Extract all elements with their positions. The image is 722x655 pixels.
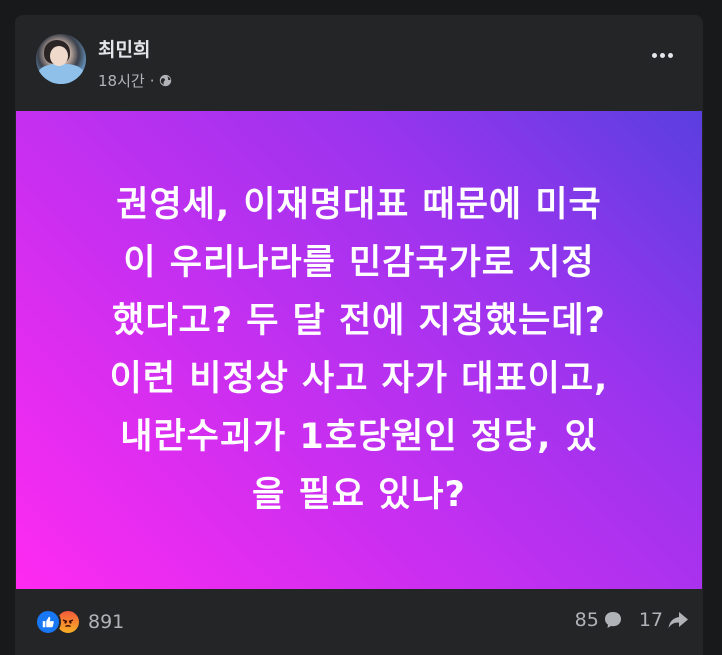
author-name[interactable]: 최민희 xyxy=(98,35,150,62)
post-text-line: 내란수괴가 1호당원인 정당, 있 xyxy=(120,417,598,457)
post-footer: 891 85 17 xyxy=(15,589,703,655)
comments-count-button[interactable]: 85 xyxy=(575,609,623,631)
comment-icon xyxy=(604,612,621,628)
like-icon xyxy=(35,609,61,635)
post-background[interactable]: 권영세, 이재명대표 때문에 미국 이 우리나라를 민감국가로 지정 했다고? … xyxy=(16,111,702,589)
comment-count: 85 xyxy=(574,609,599,631)
reaction-count: 891 xyxy=(88,611,125,633)
reactions-summary[interactable]: 891 xyxy=(35,609,124,635)
share-count: 17 xyxy=(638,609,663,631)
post-text: 권영세, 이재명대표 때문에 미국 이 우리나라를 민감국가로 지정 했다고? … xyxy=(59,176,659,524)
post-text-line: 이런 비정상 사고 자가 대표이고, xyxy=(109,359,609,399)
shares-count-button[interactable]: 17 xyxy=(639,609,689,631)
post-card: 최민희 18시간 · 권영세, 이재명대표 때문에 미국 이 우리나라를 민감국… xyxy=(15,15,703,655)
meta-separator: · xyxy=(149,71,155,90)
more-dot-icon xyxy=(651,52,657,58)
engagement-stats: 85 17 xyxy=(575,609,689,631)
globe-icon[interactable] xyxy=(159,74,172,87)
post-meta: 18시간 · xyxy=(98,70,172,91)
post-text-line: 권영세, 이재명대표 때문에 미국 xyxy=(116,185,602,225)
more-dot-icon xyxy=(659,52,665,58)
post-text-line: 했다고? 두 달 전에 지정했는데? xyxy=(112,301,606,341)
post-text-line: 을 필요 있나? xyxy=(252,475,466,515)
post-text-line: 이 우리나라를 민감국가로 지정 xyxy=(123,243,595,283)
share-icon xyxy=(668,612,688,628)
more-options-button[interactable] xyxy=(648,45,676,65)
avatar[interactable] xyxy=(36,34,86,84)
more-dot-icon xyxy=(667,52,673,58)
post-time[interactable]: 18시간 xyxy=(98,70,145,91)
